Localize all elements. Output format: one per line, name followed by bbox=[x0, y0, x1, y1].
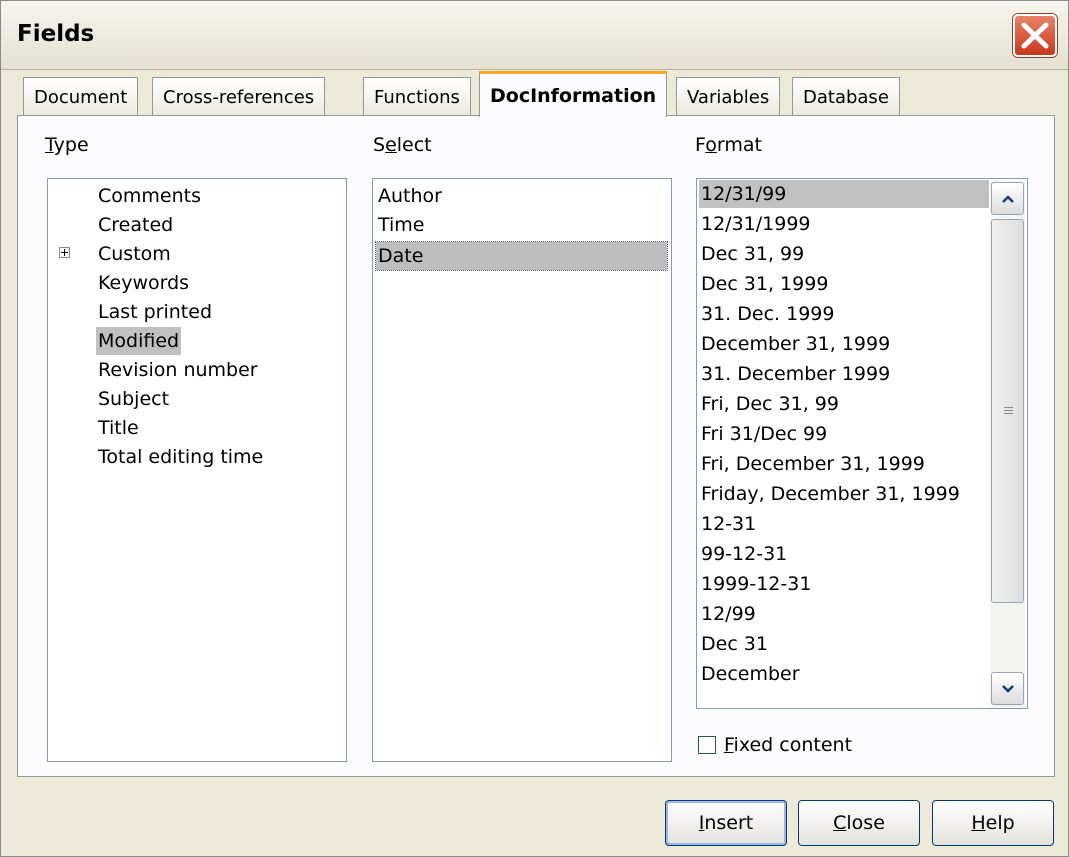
title-bar[interactable]: Fields bbox=[1, 1, 1068, 70]
format-item[interactable]: 99-12-31 bbox=[701, 540, 787, 568]
format-item[interactable]: 31. Dec. 1999 bbox=[701, 300, 834, 328]
fields-dialog: Fields Document Cross-references Functio… bbox=[0, 0, 1069, 857]
format-item-selected[interactable]: 12/31/99 bbox=[699, 180, 989, 208]
type-item-selected[interactable]: Modified bbox=[96, 327, 182, 355]
window-title: Fields bbox=[17, 21, 95, 47]
expand-icon[interactable] bbox=[59, 247, 70, 258]
format-item[interactable]: Fri, December 31, 1999 bbox=[701, 450, 925, 478]
type-item[interactable]: Comments bbox=[98, 182, 201, 210]
type-item[interactable]: Last printed bbox=[98, 298, 212, 326]
type-item[interactable]: Total editing time bbox=[98, 443, 263, 471]
type-item[interactable]: Custom bbox=[98, 240, 171, 268]
chevron-down-icon bbox=[1001, 685, 1014, 693]
type-tree[interactable]: Comments Created Custom Keywords Last pr… bbox=[47, 178, 347, 762]
type-item[interactable]: Created bbox=[98, 211, 173, 239]
tab-document[interactable]: Document bbox=[23, 77, 139, 115]
format-item[interactable]: December bbox=[701, 660, 800, 688]
tab-variables[interactable]: Variables bbox=[676, 77, 781, 115]
type-item[interactable]: Subject bbox=[98, 385, 169, 413]
type-item[interactable]: Keywords bbox=[98, 269, 189, 297]
format-item[interactable]: December 31, 1999 bbox=[701, 330, 890, 358]
grip-icon bbox=[1004, 407, 1013, 408]
format-item[interactable]: Dec 31, 99 bbox=[701, 240, 804, 268]
close-window-button[interactable] bbox=[1013, 14, 1057, 57]
type-item[interactable]: Title bbox=[98, 414, 139, 442]
close-icon bbox=[1021, 22, 1049, 49]
format-item[interactable]: Friday, December 31, 1999 bbox=[701, 480, 960, 508]
scroll-up-button[interactable] bbox=[991, 182, 1024, 215]
format-item[interactable]: Dec 31 bbox=[701, 630, 768, 658]
scroll-thumb[interactable] bbox=[991, 219, 1024, 603]
format-item[interactable]: Fri, Dec 31, 99 bbox=[701, 390, 839, 418]
fixed-content-label[interactable]: Fixed content bbox=[724, 734, 852, 756]
format-item[interactable]: 12-31 bbox=[701, 510, 756, 538]
fixed-content-checkbox[interactable] bbox=[698, 736, 716, 754]
format-list[interactable]: 12/31/99 12/31/1999 Dec 31, 99 Dec 31, 1… bbox=[696, 178, 1028, 709]
format-item[interactable]: 12/31/1999 bbox=[701, 210, 811, 238]
format-item[interactable]: 1999-12-31 bbox=[701, 570, 811, 598]
scroll-down-button[interactable] bbox=[991, 672, 1024, 705]
format-item[interactable]: Fri 31/Dec 99 bbox=[701, 420, 827, 448]
format-item[interactable]: Dec 31, 1999 bbox=[701, 270, 828, 298]
format-item[interactable]: 12/99 bbox=[701, 600, 756, 628]
grip-icon bbox=[1004, 413, 1013, 414]
select-item[interactable]: Author bbox=[378, 182, 442, 210]
type-item[interactable]: Revision number bbox=[98, 356, 258, 384]
tab-functions[interactable]: Functions bbox=[363, 77, 471, 115]
close-button[interactable]: Close bbox=[798, 800, 920, 846]
tab-docinformation[interactable]: DocInformation bbox=[479, 71, 668, 117]
select-list[interactable]: Author Time Date bbox=[372, 178, 672, 762]
chevron-up-icon bbox=[1001, 195, 1014, 203]
type-label: Type bbox=[45, 134, 89, 156]
tab-cross-references[interactable]: Cross-references bbox=[152, 77, 326, 115]
select-label: Select bbox=[373, 134, 432, 156]
select-item-selected[interactable]: Date bbox=[375, 241, 668, 271]
tab-database[interactable]: Database bbox=[792, 77, 900, 115]
insert-button[interactable]: Insert bbox=[665, 800, 787, 846]
format-label: Format bbox=[695, 134, 762, 156]
grip-icon bbox=[1004, 410, 1013, 411]
format-item[interactable]: 31. December 1999 bbox=[701, 360, 890, 388]
format-scrollbar[interactable] bbox=[990, 181, 1025, 707]
help-button[interactable]: Help bbox=[932, 800, 1054, 846]
select-item[interactable]: Time bbox=[378, 211, 425, 239]
